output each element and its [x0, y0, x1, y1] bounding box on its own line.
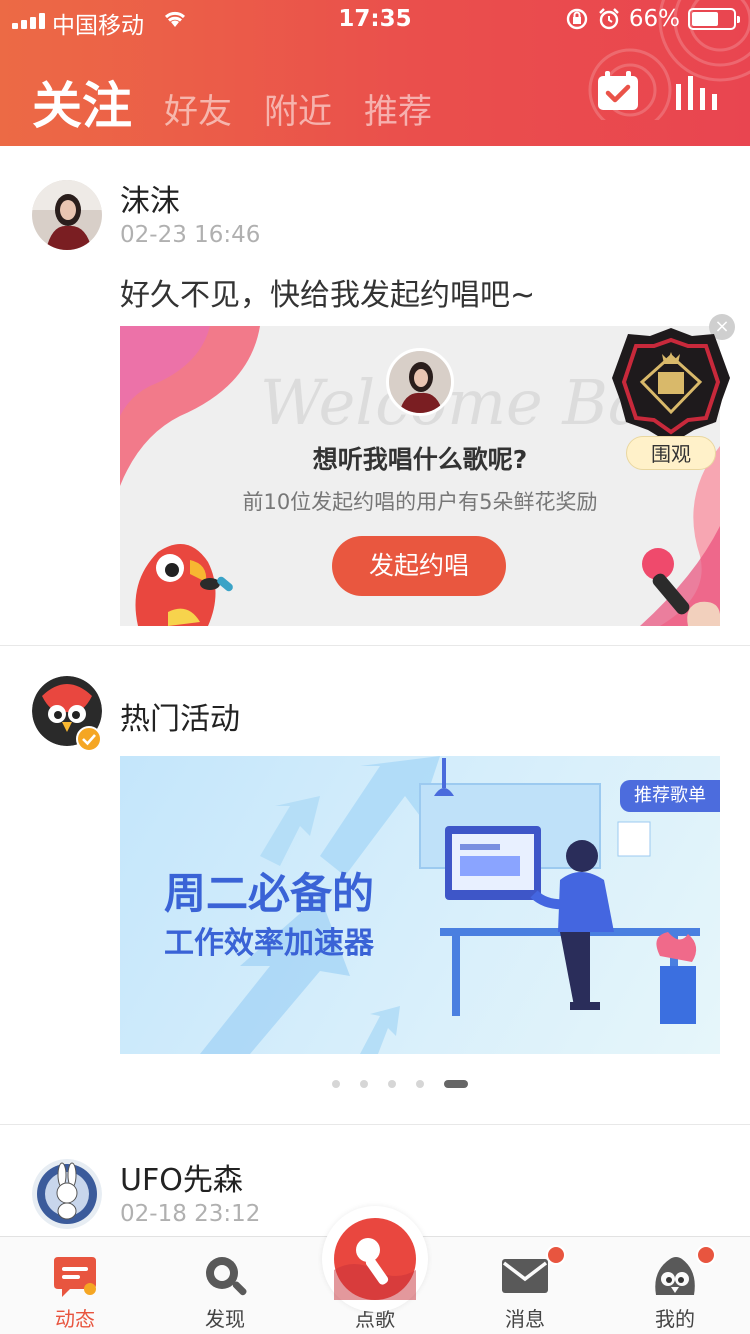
banner-title: 周二必备的: [164, 869, 375, 918]
rotation-lock-icon: [566, 8, 588, 30]
mail-icon: [502, 1259, 548, 1293]
carousel-dot[interactable]: [416, 1080, 424, 1088]
carousel-dot[interactable]: [388, 1080, 396, 1088]
nav-profile[interactable]: 我的: [600, 1237, 750, 1334]
microphone-icon: [334, 1238, 416, 1300]
verified-badge-icon: [76, 726, 102, 752]
nav-discover[interactable]: 发现: [150, 1237, 300, 1334]
feed-icon: [54, 1257, 96, 1297]
nav-label: 消息: [505, 1307, 545, 1331]
post-timestamp: 02-23 16:46: [120, 222, 261, 248]
parrot-mascot-icon: [135, 544, 233, 626]
carousel-dot[interactable]: [360, 1080, 368, 1088]
nav-label: 动态: [55, 1307, 95, 1331]
profile-bird-icon: [655, 1257, 695, 1295]
tab-recommended[interactable]: 推荐: [364, 84, 432, 133]
card-avatar: [386, 348, 454, 416]
author-name[interactable]: 热门活动: [120, 694, 240, 738]
tab-following[interactable]: 关注: [32, 66, 132, 138]
battery-icon: [688, 8, 740, 30]
author-name[interactable]: UFO先森: [120, 1155, 243, 1199]
app-header: 中国移动 17:35 66% 关注 好友 附近 推荐: [0, 0, 750, 146]
recommended-playlist-tag[interactable]: 推荐歌单: [620, 780, 720, 812]
nav-label: 发现: [205, 1307, 245, 1331]
banner-subtitle: 工作效率加速器: [164, 926, 374, 961]
alarm-icon: [599, 8, 619, 30]
equalizer-icon[interactable]: [676, 76, 718, 110]
nav-messages[interactable]: 消息: [450, 1237, 600, 1334]
feed-post: 热门活动 周二必备的 工作效率加速器 推荐歌单: [0, 646, 750, 1124]
avatar[interactable]: [32, 180, 102, 250]
tab-friends[interactable]: 好友: [164, 84, 232, 133]
calendar-check-icon[interactable]: [596, 70, 640, 112]
unread-badge: [696, 1245, 716, 1265]
post-timestamp: 02-18 23:12: [120, 1201, 261, 1227]
feed-tabs: 关注 好友 附近 推荐: [32, 66, 432, 138]
carousel-dot[interactable]: [444, 1080, 468, 1088]
carousel-dot[interactable]: [332, 1080, 340, 1088]
card-subtitle: 前10位发起约唱的用户有5朵鲜花奖励: [242, 490, 598, 514]
search-icon: [206, 1257, 247, 1296]
annual-awards-badge[interactable]: 围观: [610, 326, 732, 470]
activity-banner[interactable]: 周二必备的 工作效率加速器 推荐歌单: [120, 756, 720, 1054]
nav-label: 我的: [655, 1307, 695, 1331]
unread-badge: [546, 1245, 566, 1265]
carousel-indicator: [0, 1080, 750, 1088]
awards-seal-icon: [612, 328, 730, 444]
watch-button[interactable]: 围观: [626, 436, 716, 470]
avatar[interactable]: [32, 1159, 102, 1229]
song-request-button[interactable]: [322, 1206, 428, 1312]
nav-feed[interactable]: 动态: [0, 1237, 150, 1334]
start-sing-button[interactable]: 发起约唱: [332, 536, 506, 596]
post-text: 好久不见，快给我发起约唱吧~: [120, 278, 536, 313]
microphone-hand-icon: [642, 548, 720, 626]
battery-percent: 66%: [628, 6, 680, 32]
tab-nearby[interactable]: 附近: [264, 84, 332, 133]
status-bar: 中国移动 17:35 66%: [0, 0, 750, 40]
author-name[interactable]: 沫沫: [120, 176, 180, 220]
